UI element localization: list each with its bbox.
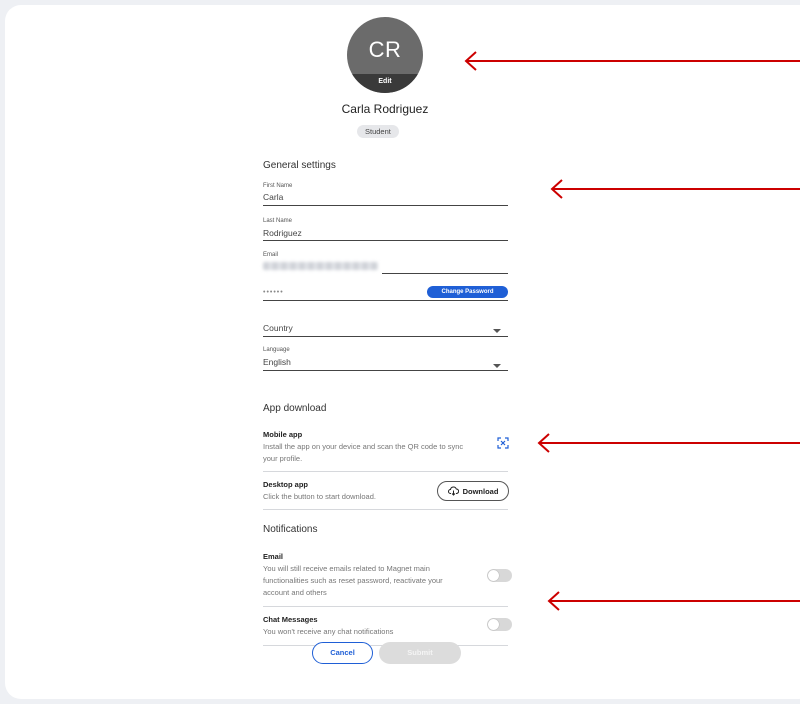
email-underline (382, 273, 508, 274)
role-badge: Student (357, 125, 399, 138)
mobile-app-desc-2: your profile. (263, 454, 303, 463)
mobile-app-title: Mobile app (263, 430, 303, 439)
chat-notification-title: Chat Messages (263, 615, 318, 624)
email-notification-title: Email (263, 552, 284, 561)
password-input[interactable]: •••••• (263, 289, 284, 296)
mobile-app-desc-1: Install the app on your device and scan … (263, 442, 464, 451)
last-name-underline (263, 240, 508, 241)
arrow-left-icon (550, 179, 800, 199)
first-name-underline (263, 205, 508, 206)
email-notification-desc-3: account and others (263, 588, 327, 597)
avatar-initials: CR (368, 37, 402, 62)
toggle-knob (488, 619, 499, 630)
toggle-knob (488, 570, 499, 581)
download-button[interactable]: Download (437, 481, 509, 501)
divider (263, 471, 508, 472)
caret-down-icon (493, 329, 501, 333)
general-settings-title: General settings (263, 160, 336, 171)
country-underline (263, 336, 508, 337)
desktop-app-desc: Click the button to start download. (263, 492, 376, 501)
notifications-title: Notifications (263, 524, 318, 535)
cancel-button[interactable]: Cancel (312, 642, 373, 664)
language-underline (263, 370, 508, 371)
divider (263, 606, 508, 607)
app-download-title: App download (263, 403, 327, 414)
chat-notification-desc: You won't receive any chat notifications (263, 627, 394, 636)
email-notification-toggle[interactable] (487, 569, 512, 582)
last-name-label: Last Name (263, 218, 293, 224)
first-name-label: First Name (263, 183, 293, 189)
arrow-left-icon (537, 433, 800, 453)
qr-scan-icon[interactable] (497, 437, 509, 449)
first-name-input[interactable]: Carla (263, 192, 283, 202)
avatar-edit-button[interactable]: Edit (347, 74, 423, 93)
download-label: Download (462, 486, 499, 496)
last-name-input[interactable]: Rodriguez (263, 228, 302, 238)
arrow-left-icon (547, 591, 800, 611)
email-notification-desc-1: You will still receive emails related to… (263, 564, 430, 573)
caret-down-icon (493, 364, 501, 368)
user-name: Carla Rodriguez (341, 102, 429, 116)
password-underline (263, 300, 508, 301)
change-password-button[interactable]: Change Password (427, 286, 508, 298)
cloud-download-icon (447, 486, 459, 496)
country-select[interactable]: Country (263, 323, 293, 333)
email-label: Email (263, 252, 279, 258)
email-input[interactable] (263, 262, 378, 270)
language-select[interactable]: English (263, 357, 291, 367)
arrow-left-icon (464, 51, 800, 71)
avatar[interactable]: CR Edit (347, 17, 423, 93)
submit-button[interactable]: Submit (379, 642, 461, 664)
divider (263, 509, 508, 510)
chat-notification-toggle[interactable] (487, 618, 512, 631)
email-notification-desc-2: functionalities such as reset password, … (263, 576, 443, 585)
language-label: Language (263, 347, 290, 353)
desktop-app-title: Desktop app (263, 480, 309, 489)
